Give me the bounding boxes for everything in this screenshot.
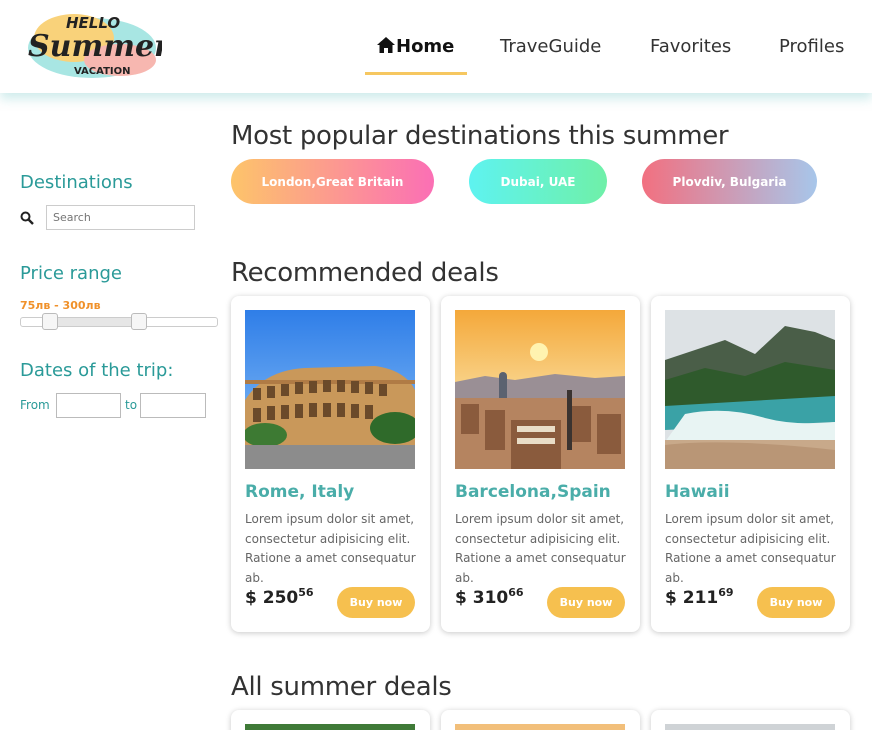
card-price: $ 25056 (245, 586, 314, 608)
deal-card[interactable] (231, 710, 430, 730)
nav-profiles[interactable]: Profiles (779, 36, 844, 57)
deal-image (245, 724, 415, 730)
price-range-title: Price range (20, 263, 122, 284)
nav-home[interactable]: Home (376, 36, 454, 57)
pill-plovdiv[interactable]: Plovdiv, Bulgaria (642, 159, 817, 204)
recommended-title: Recommended deals (231, 258, 499, 288)
buy-now-button[interactable]: Buy now (547, 587, 625, 618)
to-label: to (125, 398, 138, 412)
destinations-title: Destinations (20, 172, 133, 193)
search-input[interactable] (46, 205, 195, 230)
rome-colosseum-image (245, 310, 415, 469)
card-description: Lorem ipsum dolor sit amet, consectetur … (455, 512, 626, 585)
deal-card-rome[interactable]: Rome, Italy Lorem ipsum dolor sit amet, … (231, 296, 430, 632)
card-description: Lorem ipsum dolor sit amet, consectetur … (245, 512, 416, 585)
price-slider-min-handle[interactable] (42, 313, 58, 330)
nav-traveguide[interactable]: TraveGuide (500, 36, 601, 57)
buy-now-button[interactable]: Buy now (757, 587, 835, 618)
hawaii-beach-image (665, 310, 835, 469)
svg-text:Summer: Summer (28, 29, 162, 64)
dates-title: Dates of the trip: (20, 360, 174, 381)
deal-card-barcelona[interactable]: Barcelona,Spain Lorem ipsum dolor sit am… (441, 296, 640, 632)
pill-dubai[interactable]: Dubai, UAE (469, 159, 607, 204)
all-deals-title: All summer deals (231, 672, 452, 702)
deal-image (665, 724, 835, 730)
deal-card-hawaii[interactable]: Hawaii Lorem ipsum dolor sit amet, conse… (651, 296, 850, 632)
price-slider-max-handle[interactable] (131, 313, 147, 330)
search-icon[interactable] (20, 211, 34, 225)
hello-summer-logo[interactable]: HELLO Summer VACATION (22, 8, 162, 83)
nav-favorites[interactable]: Favorites (650, 36, 731, 57)
buy-now-button[interactable]: Buy now (337, 587, 415, 618)
price-slider-range (50, 318, 138, 326)
date-to-input[interactable] (140, 393, 206, 418)
header: HELLO Summer VACATION Home TraveGuide Fa… (0, 0, 872, 93)
popular-title: Most popular destinations this summer (231, 121, 729, 151)
card-description: Lorem ipsum dolor sit amet, consectetur … (665, 512, 836, 585)
nav-home-label: Home (396, 36, 455, 57)
card-title: Barcelona,Spain (455, 482, 611, 502)
card-price: $ 21169 (665, 586, 734, 608)
deal-image (455, 724, 625, 730)
date-from-input[interactable] (56, 393, 121, 418)
card-title: Hawaii (665, 482, 730, 502)
price-range-value: 75лв - 300лв (20, 299, 101, 312)
card-title: Rome, Italy (245, 482, 355, 502)
card-price: $ 31066 (455, 586, 524, 608)
deal-card[interactable] (651, 710, 850, 730)
nav-active-indicator (365, 72, 467, 75)
svg-text:VACATION: VACATION (74, 66, 131, 77)
deal-card[interactable] (441, 710, 640, 730)
home-icon (377, 37, 395, 53)
pill-london[interactable]: London,Great Britain (231, 159, 434, 204)
barcelona-city-image (455, 310, 625, 469)
from-label: From (20, 398, 50, 412)
